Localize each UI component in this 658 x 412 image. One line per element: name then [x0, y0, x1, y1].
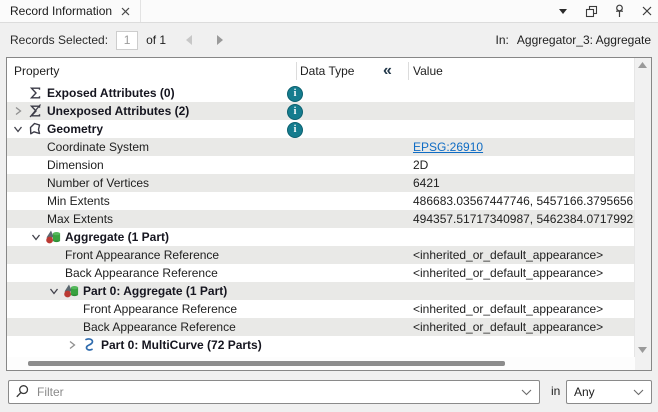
tab-bar: Record Information — [0, 0, 658, 23]
scroll-down-icon[interactable] — [638, 347, 647, 353]
value-text: <inherited_or_default_appearance> — [413, 318, 603, 336]
table-row[interactable]: Part 0: Aggregate (1 Part) — [7, 282, 635, 300]
property-label: Max Extents — [47, 210, 113, 228]
table-row[interactable]: Exposed Attributes (0) i — [7, 84, 635, 102]
geometry-icon — [27, 121, 43, 137]
filter-chevron-down-icon[interactable] — [521, 389, 532, 396]
property-label: Front Appearance Reference — [65, 246, 219, 264]
filter-scope-value: Any — [574, 381, 595, 403]
record-number-input[interactable]: 1 — [116, 31, 138, 50]
header-separator — [408, 62, 409, 80]
multicurve-icon — [81, 337, 97, 353]
table-row[interactable]: Dimension 2D — [7, 156, 635, 174]
property-label: Front Appearance Reference — [83, 300, 237, 318]
close-icon[interactable] — [640, 4, 654, 18]
property-label: Coordinate System — [47, 138, 149, 156]
filter-in-label: in — [551, 380, 560, 402]
sigma-icon — [27, 85, 43, 101]
expander-closed-icon[interactable] — [13, 106, 23, 116]
scope-chevron-down-icon[interactable] — [633, 389, 644, 396]
dock-menu-arrow-icon[interactable] — [556, 4, 570, 18]
column-header-property[interactable]: Property — [14, 58, 59, 84]
value-text: <inherited_or_default_appearance> — [413, 246, 603, 264]
table-row[interactable]: Max Extents494357.51717340987, 5462384.0… — [7, 210, 635, 228]
filter-input[interactable]: Filter — [8, 380, 540, 404]
context-value: Aggregator_3: Aggregate — [517, 33, 651, 47]
record-information-panel: Record Information — [0, 0, 658, 412]
table-row[interactable]: Geometry i — [7, 120, 635, 138]
value-text: 2D — [413, 156, 428, 174]
pin-icon[interactable] — [612, 4, 626, 18]
property-label: Part 0: Aggregate (1 Part) — [83, 282, 227, 300]
property-label: Number of Vertices — [47, 174, 149, 192]
info-icon[interactable]: i — [287, 122, 303, 138]
property-label: Dimension — [47, 156, 104, 174]
column-header-data-type[interactable]: Data Type — [300, 58, 354, 84]
table-row[interactable]: Back Appearance Reference <inherited_or_d… — [7, 318, 635, 336]
expander-open-icon[interactable] — [49, 286, 59, 296]
float-window-icon[interactable] — [584, 4, 598, 18]
filter-scope-select[interactable]: Any — [566, 380, 652, 404]
tab-close-icon[interactable] — [121, 7, 130, 16]
table-row[interactable]: Min Extents 486683.03567447746, 5457166.3… — [7, 192, 635, 210]
tab-record-information[interactable]: Record Information — [0, 0, 141, 22]
collapse-columns-icon[interactable]: « — [383, 58, 391, 83]
filter-placeholder: Filter — [37, 381, 64, 403]
property-label: Back Appearance Reference — [65, 264, 218, 282]
search-icon — [15, 384, 30, 399]
vertical-scrollbar[interactable] — [634, 58, 651, 357]
table-row[interactable]: Front Appearance Reference <inherited_or_… — [7, 246, 635, 264]
column-header-value[interactable]: Value — [413, 58, 443, 84]
record-tree-table: Property Data Type « Value Exposed Attri… — [6, 57, 652, 371]
scroll-up-icon[interactable] — [638, 62, 647, 68]
table-header: Property Data Type « Value — [7, 58, 635, 84]
previous-record-button[interactable] — [182, 33, 196, 47]
in-context-label: In: — [496, 33, 509, 47]
table-row[interactable]: Front Appearance Reference <inherited_or_… — [7, 300, 635, 318]
info-icon[interactable]: i — [287, 86, 303, 102]
table-row[interactable]: Unexposed Attributes (2) i — [7, 102, 635, 120]
table-row[interactable]: Number of Vertices 6421 — [7, 174, 635, 192]
value-text: 494357.51717340987, 5462384.071799235 — [413, 210, 647, 228]
property-label: Unexposed Attributes (2) — [47, 102, 189, 120]
table-row[interactable]: Part 0: MultiCurve (72 Parts) — [7, 336, 635, 354]
expander-open-icon[interactable] — [31, 232, 41, 242]
aggregate-icon — [63, 283, 79, 299]
property-label: Back Appearance Reference — [83, 318, 236, 336]
records-selected-label: Records Selected: — [10, 33, 108, 47]
expander-closed-icon[interactable] — [67, 340, 77, 350]
next-record-button[interactable] — [212, 33, 226, 47]
info-icon[interactable]: i — [287, 104, 303, 120]
filter-bar: Filter in Any — [0, 371, 658, 412]
scrollbar-corner — [635, 357, 651, 370]
property-label: Geometry — [47, 120, 103, 138]
value-link[interactable]: EPSG:26910 — [413, 138, 483, 156]
records-of-label: of 1 — [146, 33, 166, 47]
property-label: Aggregate (1 Part) — [65, 228, 169, 246]
records-toolbar: Records Selected: 1 of 1 In: Aggregator_… — [0, 23, 658, 57]
value-text: 6421 — [413, 174, 440, 192]
dock-buttons — [556, 0, 654, 22]
property-label: Min Extents — [47, 192, 110, 210]
tab-title: Record Information — [10, 4, 112, 18]
aggregate-icon — [45, 229, 61, 245]
property-label: Exposed Attributes (0) — [47, 84, 175, 102]
value-text: <inherited_or_default_appearance> — [413, 300, 603, 318]
value-text: 486683.03567447746, 5457166.3795656 — [413, 192, 633, 210]
property-label: Part 0: MultiCurve (72 Parts) — [101, 336, 262, 354]
horizontal-scrollbar-thumb[interactable] — [28, 361, 505, 366]
table-row[interactable]: Back Appearance Reference <inherited_or_d… — [7, 264, 635, 282]
table-rows: Exposed Attributes (0)iUnexposed Attribu… — [7, 84, 635, 354]
horizontal-scrollbar[interactable] — [7, 357, 635, 370]
table-row[interactable]: Aggregate (1 Part) — [7, 228, 635, 246]
expander-open-icon[interactable] — [13, 124, 23, 134]
value-text: <inherited_or_default_appearance> — [413, 264, 603, 282]
sigma-slash-icon — [27, 103, 43, 119]
header-separator — [296, 62, 297, 80]
table-row[interactable]: Coordinate System EPSG:26910 — [7, 138, 635, 156]
